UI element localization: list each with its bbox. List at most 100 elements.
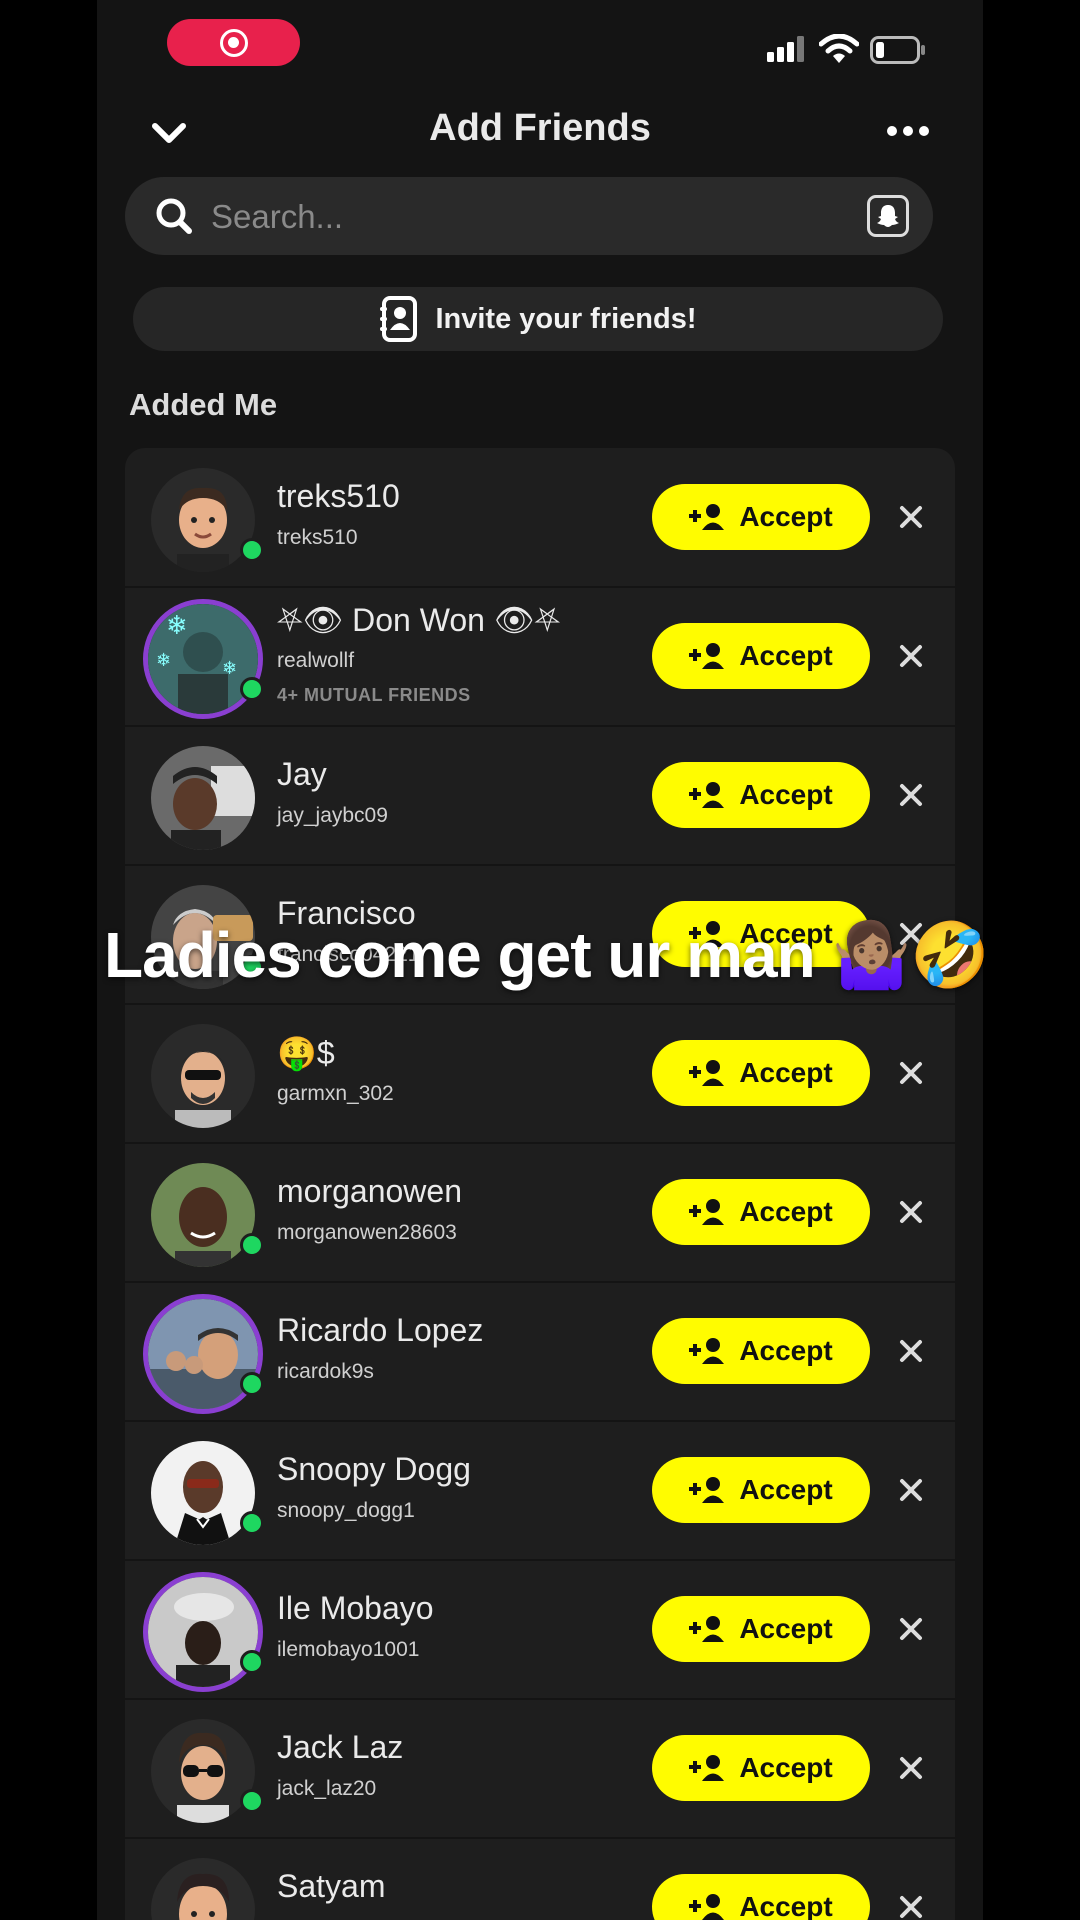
online-status-dot	[240, 1789, 264, 1813]
avatar[interactable]	[151, 1719, 255, 1823]
list-item: treks510 treks510 Accept	[125, 448, 955, 588]
accept-button[interactable]: Accept	[652, 1735, 870, 1801]
close-icon[interactable]	[899, 505, 923, 529]
list-item: Ricardo Lopez ricardok9s Accept	[125, 1282, 955, 1422]
ghost-icon	[877, 205, 899, 227]
online-status-dot	[240, 1233, 264, 1257]
add-friend-icon	[689, 1477, 725, 1503]
accept-button[interactable]: Accept	[652, 1318, 870, 1384]
section-title: Added Me	[129, 387, 278, 422]
list-item: Ile Mobayo ilemobayo1001 Accept	[125, 1560, 955, 1700]
add-friend-icon	[689, 1755, 725, 1781]
add-friend-icon	[689, 1616, 725, 1642]
more-options-icon[interactable]	[887, 123, 931, 139]
close-icon[interactable]	[899, 1895, 923, 1919]
add-friend-icon	[689, 1199, 725, 1225]
close-icon[interactable]	[899, 1061, 923, 1085]
accept-button[interactable]: Accept	[652, 1596, 870, 1662]
friend-username: realwollf	[277, 649, 355, 672]
friend-name: Ile Mobayo	[277, 1590, 434, 1626]
list-item: Jack Laz jack_laz20 Accept	[125, 1699, 955, 1839]
accept-label: Accept	[739, 1752, 833, 1783]
friend-name: ⛧👁 Don Won 👁⛧	[277, 602, 561, 638]
friend-request-list: treks510 treks510 Accept ❄ ❄ ❄ ⛧👁 Don Won …	[125, 448, 955, 1920]
avatar[interactable]	[151, 746, 255, 850]
friend-username: snoopy_dogg1	[277, 1499, 415, 1522]
accept-label: Accept	[739, 1613, 833, 1644]
close-icon[interactable]	[899, 1617, 923, 1641]
accept-button[interactable]: Accept	[652, 484, 870, 550]
accept-button[interactable]: Accept	[652, 762, 870, 828]
avatar[interactable]	[143, 1572, 263, 1692]
list-item: Jay jay_jaybc09 Accept	[125, 726, 955, 866]
contacts-book-icon	[380, 296, 418, 342]
close-icon[interactable]	[899, 1478, 923, 1502]
mutual-friends-label: 4+ MUTUAL FRIENDS	[277, 685, 471, 705]
online-status-dot	[240, 538, 264, 562]
close-icon[interactable]	[899, 1756, 923, 1780]
snapcode-scan-button[interactable]	[867, 195, 909, 237]
svg-text:❄: ❄	[166, 610, 188, 640]
friend-name: Ricardo Lopez	[277, 1312, 484, 1348]
svg-text:❄: ❄	[222, 658, 237, 678]
friend-username: morganowen28603	[277, 1221, 457, 1244]
friend-name: 🤑$	[277, 1035, 335, 1071]
online-status-dot	[240, 1372, 264, 1396]
header: Add Friends	[97, 95, 983, 170]
close-icon[interactable]	[899, 1339, 923, 1363]
add-friend-icon	[689, 643, 725, 669]
accept-label: Accept	[739, 1891, 833, 1920]
accept-label: Accept	[739, 1196, 833, 1227]
friend-username: treks510	[277, 526, 358, 549]
friend-name: treks510	[277, 478, 400, 514]
friend-name: Snoopy Dogg	[277, 1451, 471, 1487]
search-icon	[156, 198, 192, 234]
page-title: Add Friends	[429, 107, 651, 149]
add-friend-icon	[689, 1338, 725, 1364]
list-item: Snoopy Dogg snoopy_dogg1 Accept	[125, 1421, 955, 1561]
avatar[interactable]	[151, 1441, 255, 1545]
svg-text:❄: ❄	[156, 650, 171, 670]
accept-button[interactable]: Accept	[652, 623, 870, 689]
friend-name: morganowen	[277, 1173, 462, 1209]
search-input[interactable]	[209, 191, 813, 243]
avatar[interactable]: ❄ ❄ ❄	[143, 599, 263, 719]
avatar[interactable]	[151, 1024, 255, 1128]
friend-name: Jay	[277, 756, 327, 792]
friend-name: Jack Laz	[277, 1729, 404, 1765]
battery-icon	[870, 36, 925, 64]
close-icon[interactable]	[899, 644, 923, 668]
list-item: ❄ ❄ ❄ ⛧👁 Don Won 👁⛧ realwollf 4+ MUTUAL FR…	[125, 587, 955, 727]
avatar[interactable]	[151, 468, 255, 572]
list-item: Satyam Accept	[125, 1838, 955, 1920]
avatar[interactable]	[143, 1294, 263, 1414]
screen-recording-indicator[interactable]	[167, 19, 300, 66]
add-friend-icon	[689, 1060, 725, 1086]
online-status-dot	[240, 1650, 264, 1674]
list-item: 🤑$ garmxn_302 Accept	[125, 1004, 955, 1144]
status-bar	[97, 0, 983, 90]
cellular-signal-icon	[767, 36, 804, 62]
invite-friends-label: Invite your friends!	[435, 302, 697, 335]
invite-friends-button[interactable]: Invite your friends!	[133, 287, 943, 351]
avatar[interactable]	[151, 1858, 255, 1920]
accept-button[interactable]: Accept	[652, 1457, 870, 1523]
friend-name: Satyam	[277, 1868, 386, 1904]
accept-label: Accept	[739, 1057, 833, 1088]
accept-label: Accept	[739, 640, 833, 671]
accept-button[interactable]: Accept	[652, 1874, 870, 1920]
search-bar[interactable]	[125, 177, 933, 255]
close-icon[interactable]	[899, 1200, 923, 1224]
friend-username: jack_laz20	[277, 1777, 377, 1800]
record-icon	[219, 28, 248, 57]
accept-label: Accept	[739, 1474, 833, 1505]
friend-username: garmxn_302	[277, 1082, 394, 1105]
wifi-icon	[819, 34, 859, 63]
avatar[interactable]	[151, 1163, 255, 1267]
accept-button[interactable]: Accept	[652, 1179, 870, 1245]
close-icon[interactable]	[899, 783, 923, 807]
accept-button[interactable]: Accept	[652, 1040, 870, 1106]
online-status-dot	[240, 1511, 264, 1535]
friend-username: jay_jaybc09	[277, 804, 388, 827]
online-status-dot	[240, 677, 264, 701]
